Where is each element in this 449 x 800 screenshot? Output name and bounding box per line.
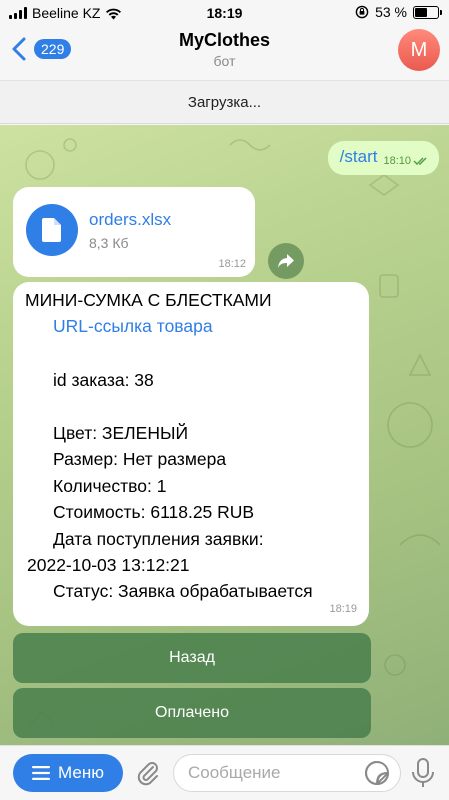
chat-header: 229 MyClothes бот M: [0, 26, 449, 80]
status-bar: Beeline KZ 18:19 53 %: [0, 0, 449, 26]
chat-subtitle: бот: [213, 53, 236, 69]
file-size: 8,3 Кб: [89, 235, 129, 251]
message-time: 18:10: [383, 155, 411, 167]
message-time: 18:12: [218, 258, 246, 270]
chat-title-area[interactable]: MyClothes бот: [0, 30, 449, 69]
double-check-icon: [413, 157, 427, 165]
order-date-label: Дата поступления заявки:: [53, 529, 264, 549]
order-cost: Стоимость: 6118.25 RUB: [53, 502, 255, 522]
paid-keyboard-button[interactable]: Оплачено: [13, 688, 371, 738]
message-time: 18:19: [329, 602, 357, 615]
order-quantity: Количество: 1: [53, 476, 167, 496]
battery-percent: 53 %: [375, 4, 407, 20]
share-icon: [278, 254, 294, 268]
battery-icon: [413, 5, 442, 19]
order-date-value: 2022-10-03 13:12:21: [27, 555, 190, 575]
product-title: МИНИ-СУМКА С БЛЕСТКАМИ: [25, 290, 272, 310]
order-id: id заказа: 38: [53, 370, 154, 390]
menu-button[interactable]: Меню: [13, 754, 123, 792]
order-message[interactable]: МИНИ-СУМКА С БЛЕСТКАМИ URL-ссылка товара…: [13, 282, 369, 626]
order-color: Цвет: ЗЕЛЕНЫЙ: [53, 423, 189, 443]
loading-banner: Загрузка...: [0, 80, 449, 124]
paperclip-icon[interactable]: [133, 758, 163, 788]
bot-command-link[interactable]: /start: [340, 147, 378, 167]
order-status: Статус: Заявка обрабатывается: [53, 581, 313, 601]
menu-label: Меню: [58, 763, 104, 782]
chat-title: MyClothes: [178, 30, 270, 50]
product-url-link[interactable]: URL-ссылка товара: [53, 313, 213, 340]
document-icon[interactable]: [26, 204, 78, 256]
orientation-lock-icon: [355, 5, 369, 19]
sticker-icon[interactable]: [364, 760, 390, 786]
avatar[interactable]: M: [398, 29, 440, 71]
chat-area[interactable]: /start 18:10 orders.xlsx 8,3 Кб 18:12 МИ…: [0, 125, 449, 745]
file-name[interactable]: orders.xlsx: [89, 210, 171, 230]
file-message[interactable]: orders.xlsx 8,3 Кб 18:12: [13, 187, 255, 277]
microphone-icon[interactable]: [410, 757, 436, 789]
forward-button[interactable]: [268, 243, 304, 279]
outgoing-message[interactable]: /start 18:10: [327, 141, 439, 175]
back-keyboard-button[interactable]: Назад: [13, 633, 371, 683]
input-bar: Меню: [0, 745, 449, 800]
hamburger-icon: [32, 766, 51, 780]
order-size: Размер: Нет размера: [53, 449, 227, 469]
